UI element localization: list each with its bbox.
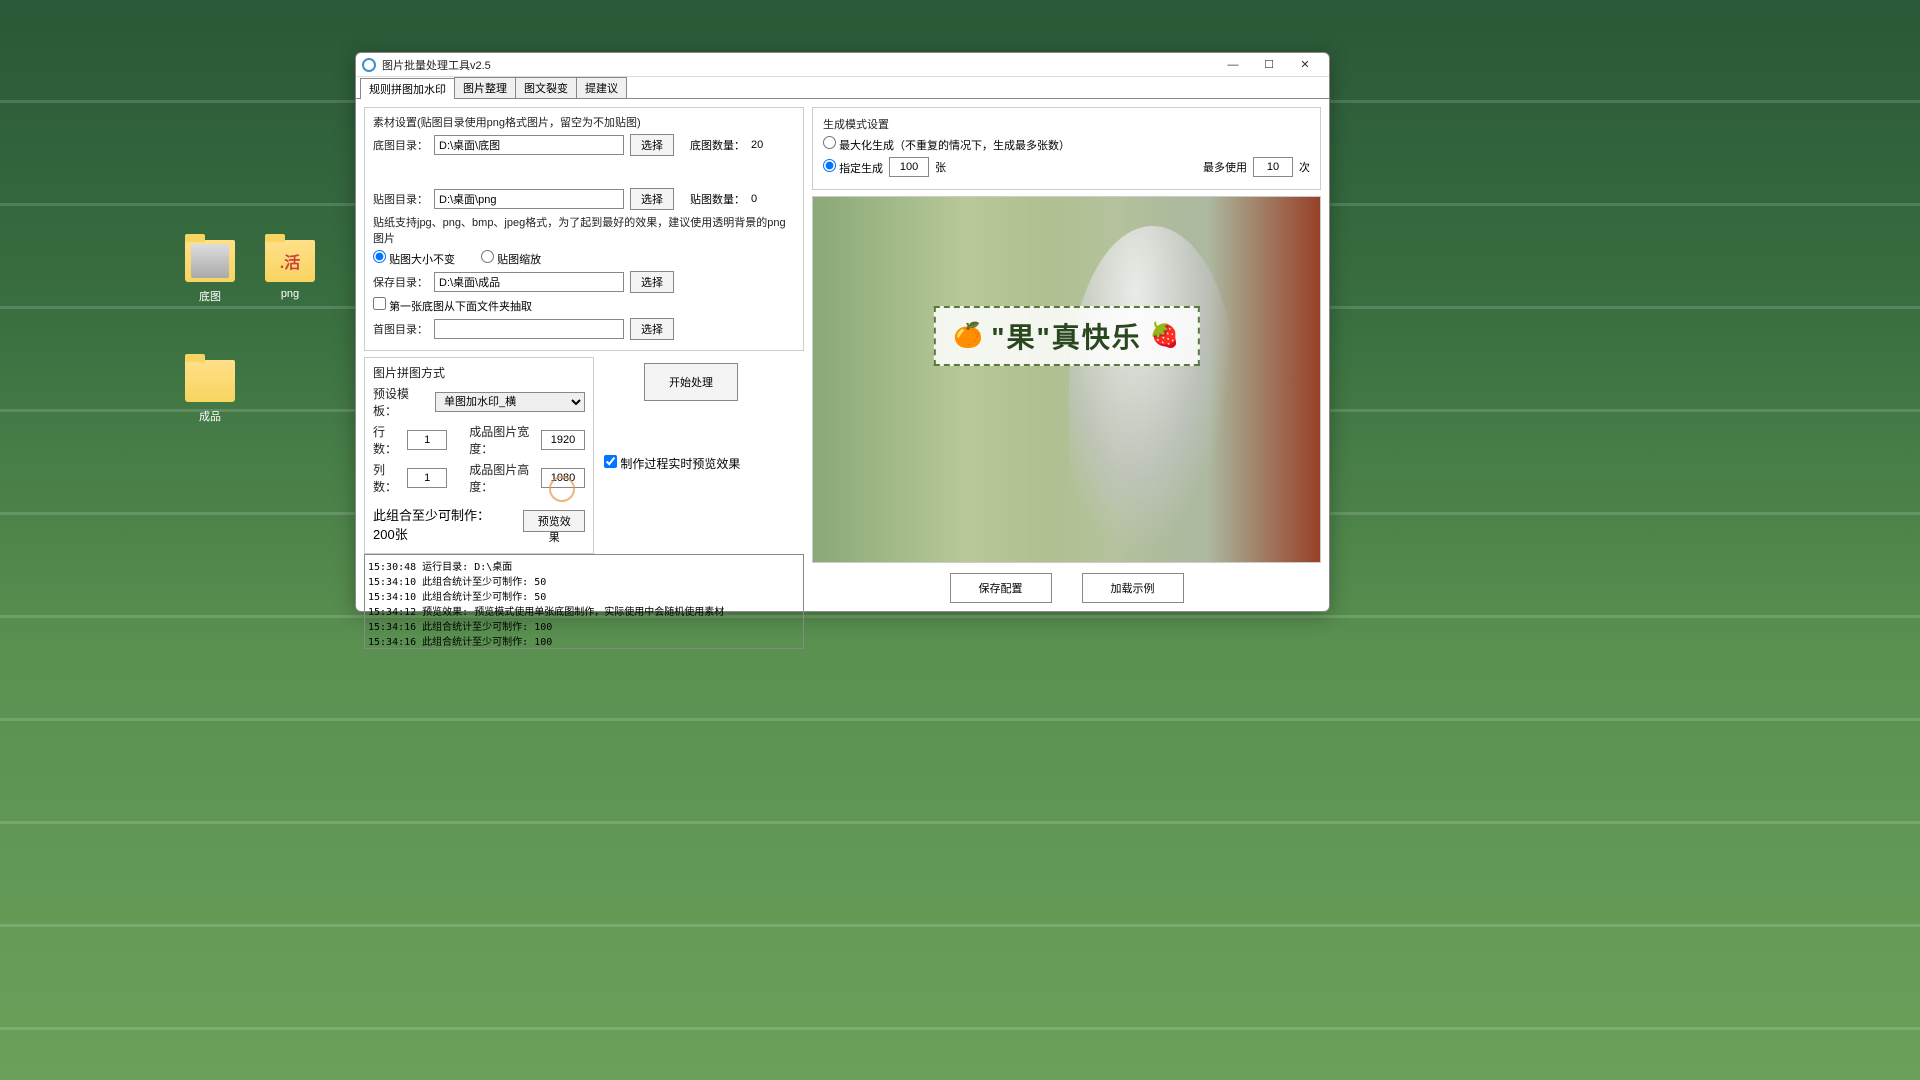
- template-select[interactable]: 单图加水印_横: [435, 392, 585, 412]
- desktop-folder-output[interactable]: 成品: [175, 360, 245, 424]
- desktop-folder-base[interactable]: 底图: [175, 240, 245, 304]
- first-dir-label: 首图目录：: [373, 321, 428, 337]
- first-from-folder-checkbox[interactable]: 第一张底图从下面文件夹抽取: [373, 297, 532, 314]
- height-input[interactable]: [541, 468, 585, 488]
- rows-label: 行数：: [373, 423, 401, 457]
- max-use-label: 最多使用: [1203, 159, 1247, 175]
- sticker-count-value: 0: [751, 193, 757, 205]
- size-keep-radio[interactable]: 贴图大小不变: [373, 250, 455, 267]
- save-config-button[interactable]: 保存配置: [950, 573, 1052, 603]
- log-output[interactable]: 15:30:48 运行目录: D:\桌面 15:34:10 此组合统计至少可制作…: [364, 554, 804, 649]
- first-dir-input[interactable]: [434, 319, 624, 339]
- sticker-dir-select-button[interactable]: 选择: [630, 188, 674, 210]
- titlebar[interactable]: 图片批量处理工具v2.5 — ☐ ✕: [356, 53, 1329, 77]
- maximize-button[interactable]: ☐: [1251, 53, 1287, 77]
- load-demo-button[interactable]: 加载示例: [1082, 573, 1184, 603]
- strawberry-icon: 🍓: [1150, 321, 1180, 350]
- app-icon: [362, 58, 376, 72]
- height-label: 成品图片高度：: [469, 461, 535, 495]
- width-input[interactable]: [541, 430, 585, 450]
- material-group: 素材设置(贴图目录使用png格式图片，留空为不加贴图) 底图目录： 选择 底图数…: [364, 107, 804, 351]
- preview-button[interactable]: 预览效果: [523, 510, 585, 532]
- save-dir-input[interactable]: [434, 272, 624, 292]
- base-dir-label: 底图目录：: [373, 137, 428, 153]
- main-window: 图片批量处理工具v2.5 — ☐ ✕ 规则拼图加水印 图片整理 图文裂变 提建议…: [355, 52, 1330, 612]
- preview-banner: 🍊 "果"真快乐 🍓: [933, 306, 1199, 366]
- realtime-preview-checkbox[interactable]: 制作过程实时预览效果: [604, 455, 740, 472]
- banner-text: "果"真快乐: [991, 316, 1142, 356]
- width-label: 成品图片宽度：: [469, 423, 535, 457]
- sticker-dir-label: 贴图目录：: [373, 191, 428, 207]
- gen-count-input[interactable]: [889, 157, 929, 177]
- size-scale-radio[interactable]: 贴图缩放: [481, 250, 541, 267]
- layout-title: 图片拼图方式: [373, 364, 585, 381]
- gen-count-unit: 张: [935, 159, 946, 175]
- max-use-input[interactable]: [1253, 157, 1293, 177]
- base-count-value: 20: [751, 139, 763, 151]
- format-hint: 贴纸支持jpg、png、bmp、jpeg格式，为了起到最好的效果，建议使用透明背…: [373, 214, 795, 246]
- layout-group: 图片拼图方式 预设模板： 单图加水印_横 行数： 成品图片宽度：: [364, 357, 594, 554]
- preview-image: 🍊 "果"真快乐 🍓: [812, 196, 1321, 563]
- first-dir-select-button[interactable]: 选择: [630, 318, 674, 340]
- generation-title: 生成模式设置: [823, 116, 1310, 132]
- window-title: 图片批量处理工具v2.5: [382, 57, 1215, 73]
- cols-input[interactable]: [407, 468, 447, 488]
- sticker-dir-input[interactable]: [434, 189, 624, 209]
- gen-specific-radio[interactable]: 指定生成: [823, 159, 883, 176]
- cols-label: 列数：: [373, 461, 401, 495]
- tab-bar: 规则拼图加水印 图片整理 图文裂变 提建议: [356, 77, 1329, 99]
- orange-icon: 🍊: [953, 321, 983, 350]
- close-button[interactable]: ✕: [1287, 53, 1323, 77]
- desktop-folder-label: 底图: [199, 291, 221, 303]
- tab-split[interactable]: 图文裂变: [515, 77, 577, 98]
- minimize-button[interactable]: —: [1215, 53, 1251, 77]
- max-use-unit: 次: [1299, 159, 1310, 175]
- base-count-label: 底图数量：: [690, 137, 745, 153]
- start-button[interactable]: 开始处理: [644, 363, 738, 401]
- tab-organize[interactable]: 图片整理: [454, 77, 516, 98]
- estimate-text: 此组合至少可制作：200张: [373, 505, 509, 543]
- save-dir-label: 保存目录：: [373, 274, 428, 290]
- desktop-folder-label: 成品: [199, 411, 221, 423]
- folder-badge: .活: [265, 240, 315, 282]
- tab-feedback[interactable]: 提建议: [576, 77, 627, 98]
- material-title: 素材设置(贴图目录使用png格式图片，留空为不加贴图): [373, 114, 795, 130]
- tab-watermark[interactable]: 规则拼图加水印: [360, 78, 455, 99]
- template-label: 预设模板：: [373, 385, 429, 419]
- sticker-count-label: 贴图数量：: [690, 191, 745, 207]
- desktop-folder-png[interactable]: .活 png: [255, 240, 325, 300]
- base-dir-input[interactable]: [434, 135, 624, 155]
- desktop-folder-label: png: [281, 288, 299, 300]
- rows-input[interactable]: [407, 430, 447, 450]
- generation-group: 生成模式设置 最大化生成（不重复的情况下，生成最多张数） 指定生成 张 最多使用…: [812, 107, 1321, 190]
- base-dir-select-button[interactable]: 选择: [630, 134, 674, 156]
- gen-max-radio[interactable]: 最大化生成（不重复的情况下，生成最多张数）: [823, 136, 1070, 153]
- save-dir-select-button[interactable]: 选择: [630, 271, 674, 293]
